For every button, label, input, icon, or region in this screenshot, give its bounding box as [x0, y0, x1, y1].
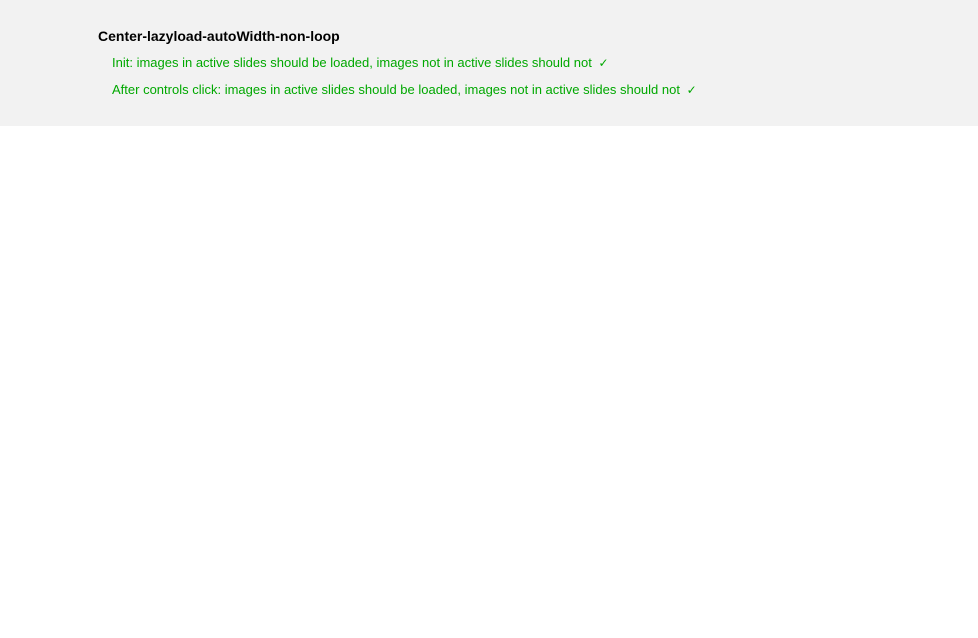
checkmark-icon: ✓ — [687, 82, 697, 99]
test-suite-title: Center-lazyload-autoWidth-non-loop — [98, 28, 978, 44]
test-result-text: After controls click: images in active s… — [112, 82, 680, 97]
test-results-list: Init: images in active slides should be … — [98, 54, 978, 99]
checkmark-icon: ✓ — [598, 55, 608, 72]
test-result-item: After controls click: images in active s… — [112, 81, 978, 99]
test-results-panel: Center-lazyload-autoWidth-non-loop Init:… — [0, 0, 978, 126]
test-result-item: Init: images in active slides should be … — [112, 54, 978, 72]
test-result-text: Init: images in active slides should be … — [112, 55, 592, 70]
